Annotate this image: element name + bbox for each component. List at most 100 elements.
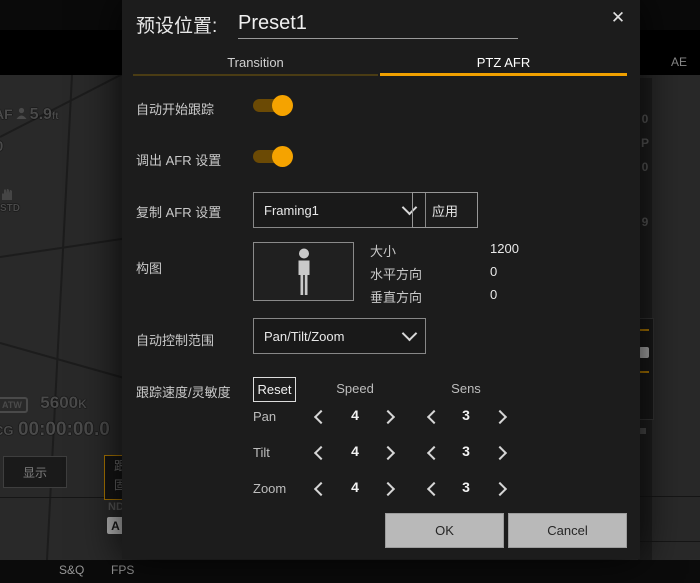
sq-mode-label[interactable]: S&Q: [59, 563, 84, 577]
apply-button[interactable]: 应用: [412, 192, 478, 228]
speed-column-header: Speed: [323, 381, 387, 396]
chevron-left-icon: [427, 482, 441, 496]
auto-control-range-selected-value: Pan/Tilt/Zoom: [264, 329, 344, 344]
hand-icon: [0, 188, 16, 201]
left-panel-divider: [0, 497, 108, 498]
zoom-speed-decrease-button[interactable]: [312, 480, 330, 498]
tracking-row-tilt: Tilt 4 3: [253, 443, 523, 463]
pan-sens-decrease-button[interactable]: [425, 408, 443, 426]
tracking-speed-label: 跟踪速度/灵敏度: [136, 382, 231, 401]
right-strip-char: P: [638, 136, 652, 150]
right-panel-dot: [640, 428, 646, 434]
tilt-sens-increase-button[interactable]: [491, 444, 509, 462]
composition-size-label: 大小: [370, 244, 396, 259]
copy-afr-selected-value: Framing1: [264, 203, 319, 218]
tab-underline-active: [380, 73, 627, 76]
preset-name-input[interactable]: [238, 8, 518, 39]
tilt-label: Tilt: [253, 445, 270, 460]
sens-column-header: Sens: [434, 381, 498, 396]
display-button[interactable]: 显示: [3, 456, 67, 488]
auto-start-tracking-toggle[interactable]: [253, 95, 293, 116]
zoom-label: Zoom: [253, 481, 286, 496]
chevron-right-icon: [493, 482, 507, 496]
timecode-row: CG 00:00:00.0: [0, 419, 110, 441]
auto-control-range-select[interactable]: Pan/Tilt/Zoom: [253, 318, 426, 354]
right-panel-divider: [640, 541, 700, 542]
osd-zero-readout: 0: [0, 138, 3, 155]
auto-control-range-label: 自动控制范围: [136, 330, 214, 349]
pan-speed-increase-button[interactable]: [379, 408, 397, 426]
right-strip-char: 9: [638, 215, 652, 229]
composition-label: 构图: [136, 258, 162, 277]
dialog-title: 预设位置:: [136, 11, 217, 38]
right-strip-char: 0: [638, 160, 652, 174]
std-osd: STD: [0, 188, 20, 214]
tracking-row-pan: Pan 4 3: [253, 407, 523, 427]
auto-start-tracking-label: 自动开始跟踪: [136, 99, 214, 118]
tilt-sens-decrease-button[interactable]: [425, 444, 443, 462]
display-button-label: 显示: [23, 464, 47, 481]
close-icon[interactable]: ✕: [606, 6, 630, 30]
chevron-right-icon: [381, 410, 395, 424]
focus-mode-label: AF: [0, 106, 13, 122]
timecode-value: 00:00:00.0: [18, 419, 110, 440]
person-small-icon: [15, 107, 28, 120]
composition-preview[interactable]: [253, 242, 354, 301]
copy-afr-select[interactable]: Framing1: [253, 192, 426, 228]
tilt-speed-decrease-button[interactable]: [312, 444, 330, 462]
pan-sens-increase-button[interactable]: [491, 408, 509, 426]
tilt-speed-increase-button[interactable]: [379, 444, 397, 462]
zoom-sens-value: 3: [453, 479, 479, 495]
color-temp-value: 5600: [40, 393, 78, 412]
chevron-left-icon: [314, 482, 328, 496]
chevron-left-icon: [314, 410, 328, 424]
wb-row: ATW 5600K: [0, 393, 87, 413]
tilt-sens-value: 3: [453, 443, 479, 459]
tab-ptz-afr[interactable]: PTZ AFR: [380, 50, 627, 74]
fps-label[interactable]: FPS: [111, 563, 134, 577]
copy-afr-label: 复制 AFR 设置: [136, 202, 221, 221]
bottom-status-bar: S&Q FPS: [0, 560, 700, 583]
tracking-row-zoom: Zoom 4 3: [253, 479, 523, 499]
cancel-button-label: Cancel: [547, 523, 587, 538]
cancel-button[interactable]: Cancel: [508, 513, 627, 548]
pan-speed-decrease-button[interactable]: [312, 408, 330, 426]
composition-horizontal-value: 0: [490, 264, 550, 279]
nd-filter-label: ND: [108, 501, 122, 515]
slider-handle[interactable]: [639, 347, 649, 358]
chevron-right-icon: [381, 446, 395, 460]
slider-tick: [639, 371, 649, 373]
chevron-left-icon: [427, 410, 441, 424]
composition-size-value: 1200: [490, 241, 550, 256]
pan-speed-value: 4: [342, 407, 368, 423]
zoom-sens-decrease-button[interactable]: [425, 480, 443, 498]
chevron-right-icon: [493, 446, 507, 460]
slider-tick: [639, 329, 649, 331]
pan-sens-value: 3: [453, 407, 479, 423]
reset-button[interactable]: Reset: [253, 377, 296, 402]
chevron-right-icon: [493, 410, 507, 424]
composition-horizontal-label: 水平方向: [370, 267, 422, 282]
toggle-knob: [272, 146, 293, 167]
reset-button-label: Reset: [258, 382, 292, 397]
zoom-sens-increase-button[interactable]: [491, 480, 509, 498]
zoom-speed-value: 4: [342, 479, 368, 495]
ok-button-label: OK: [435, 523, 454, 538]
tab-transition[interactable]: Transition: [133, 50, 378, 74]
right-panel-divider: [640, 496, 700, 497]
pan-label: Pan: [253, 409, 276, 424]
tilt-speed-value: 4: [342, 443, 368, 459]
composition-vertical-label: 垂直方向: [370, 290, 422, 305]
wb-mode-badge: ATW: [0, 397, 28, 413]
chevron-down-icon: [402, 326, 418, 342]
ok-button[interactable]: OK: [385, 513, 504, 548]
recall-afr-label: 调出 AFR 设置: [136, 150, 221, 169]
zoom-speed-increase-button[interactable]: [379, 480, 397, 498]
focus-distance-value: 5.9: [30, 106, 52, 123]
focus-osd: AF 5.9ft: [0, 106, 59, 124]
ae-label: AE: [671, 55, 687, 69]
tab-underline-inactive: [133, 74, 378, 76]
chevron-left-icon: [314, 446, 328, 460]
toggle-knob: [272, 95, 293, 116]
recall-afr-toggle[interactable]: [253, 146, 293, 167]
